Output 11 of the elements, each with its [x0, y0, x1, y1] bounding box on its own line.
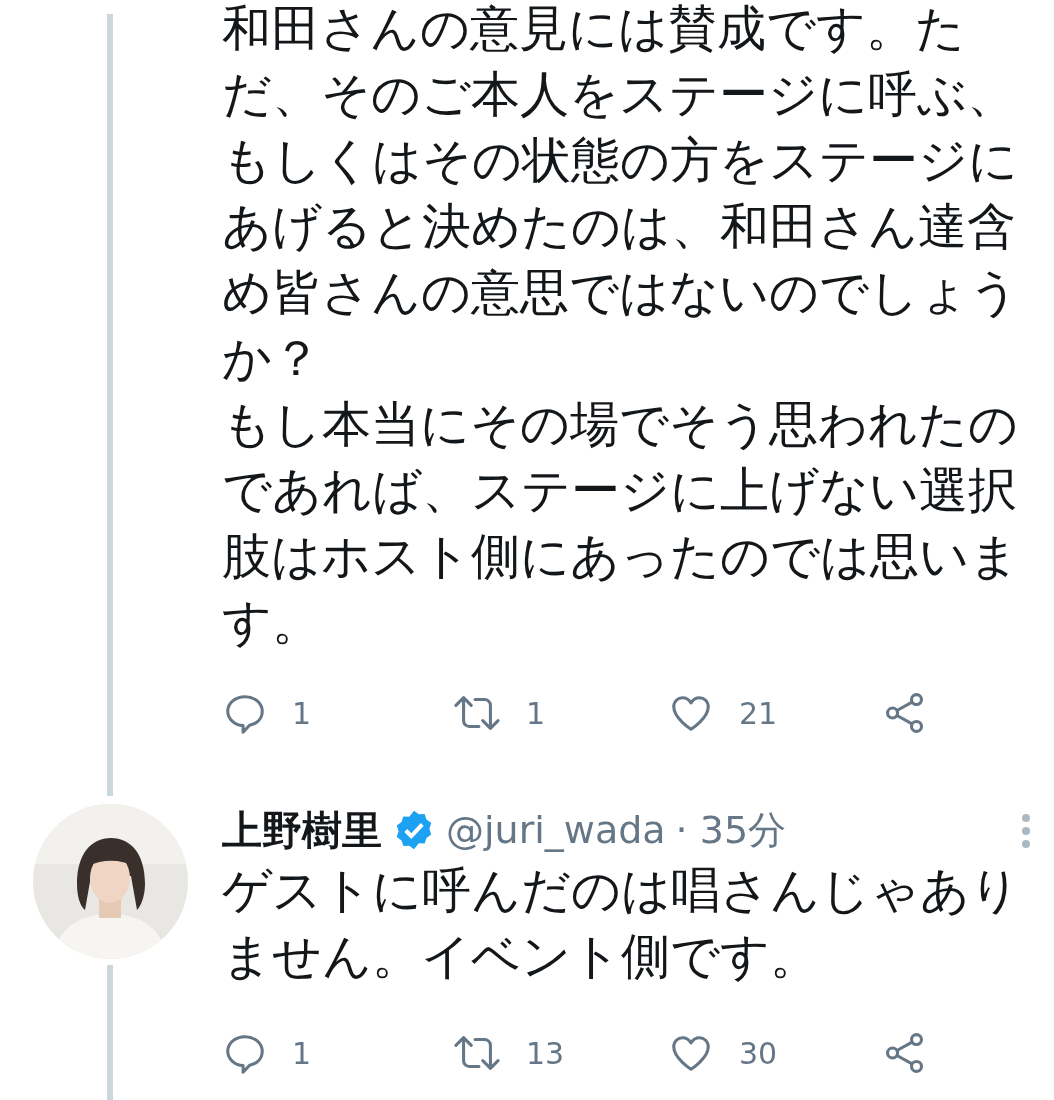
like-count: 21 [739, 694, 778, 733]
reply-count: 1 [292, 1034, 312, 1073]
author-name[interactable]: 上野樹里 [222, 800, 382, 860]
reply-count: 1 [292, 694, 312, 733]
tweet-time: · 35分 [675, 806, 787, 854]
tweet-text: 和田さんの意見には賛成です。た だ、そのご本人をステージに呼ぶ、 もしくはその状態の方をステージに あげると決めたのは、和田さん達含 め皆さんの意思ではないのでしょう か？ もし本当にその場でそう思われたの であれば、ステージに上げない選択 肢はホスト側にあったのでは思いま す。 [222, 0, 1020, 653]
tweet-text: ゲストに呼んだのは唱さんじゃあり ません。イベント側です。 [222, 861, 1021, 987]
retweet-count: 1 [526, 694, 546, 733]
author-handle[interactable]: @juri_wada [446, 801, 666, 859]
retweet-count: 13 [526, 1034, 565, 1073]
like-count: 30 [739, 1034, 778, 1073]
